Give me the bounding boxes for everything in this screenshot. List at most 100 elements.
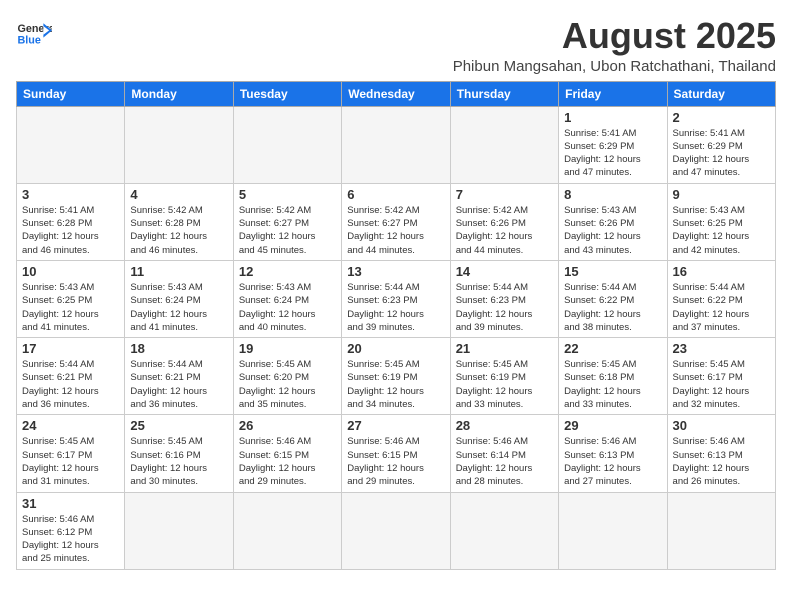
day-info: Sunrise: 5:43 AM Sunset: 6:26 PM Dayligh…: [564, 204, 661, 257]
title-block: August 2025 Phibun Mangsahan, Ubon Ratch…: [453, 16, 776, 75]
day-number: 6: [347, 187, 444, 202]
table-row: 23 Sunrise: 5:45 AM Sunset: 6:17 PM Dayli…: [667, 338, 775, 415]
table-row: [342, 492, 450, 569]
day-info: Sunrise: 5:41 AM Sunset: 6:29 PM Dayligh…: [564, 127, 661, 180]
table-row: [233, 106, 341, 183]
day-number: 29: [564, 418, 661, 433]
day-info: Sunrise: 5:43 AM Sunset: 6:25 PM Dayligh…: [673, 204, 770, 257]
day-number: 12: [239, 264, 336, 279]
table-row: 10Sunrise: 5:43 AM Sunset: 6:25 PM Dayli…: [17, 260, 125, 337]
table-row: 31Sunrise: 5:46 AM Sunset: 6:12 PM Dayli…: [17, 492, 125, 569]
header-friday: Friday: [559, 81, 667, 106]
day-number: 25: [130, 418, 227, 433]
day-number: 16: [673, 264, 770, 279]
table-row: 18 Sunrise: 5:44 AM Sunset: 6:21 PM Dayli…: [125, 338, 233, 415]
table-row: 13 Sunrise: 5:44 AM Sunset: 6:23 PM Dayli…: [342, 260, 450, 337]
day-number: 20: [347, 341, 444, 356]
table-row: 12 Sunrise: 5:43 AM Sunset: 6:24 PM Dayli…: [233, 260, 341, 337]
day-number: 18: [130, 341, 227, 356]
table-row: 15Sunrise: 5:44 AM Sunset: 6:22 PM Dayli…: [559, 260, 667, 337]
table-row: 24Sunrise: 5:45 AM Sunset: 6:17 PM Dayli…: [17, 415, 125, 492]
table-row: 20 Sunrise: 5:45 AM Sunset: 6:19 PM Dayli…: [342, 338, 450, 415]
table-row: [125, 106, 233, 183]
table-row: [233, 492, 341, 569]
day-info: Sunrise: 5:42 AM Sunset: 6:28 PM Dayligh…: [130, 204, 227, 257]
header: General Blue August 2025 Phibun Mangsaha…: [16, 16, 776, 75]
day-info: Sunrise: 5:41 AM Sunset: 6:28 PM Dayligh…: [22, 204, 119, 257]
day-number: 3: [22, 187, 119, 202]
table-row: 16 Sunrise: 5:44 AM Sunset: 6:22 PM Dayli…: [667, 260, 775, 337]
table-row: 2Sunrise: 5:41 AM Sunset: 6:29 PM Daylig…: [667, 106, 775, 183]
table-row: 4 Sunrise: 5:42 AM Sunset: 6:28 PM Daylig…: [125, 183, 233, 260]
day-number: 27: [347, 418, 444, 433]
day-info: Sunrise: 5:43 AM Sunset: 6:24 PM Dayligh…: [239, 281, 336, 334]
day-info: Sunrise: 5:46 AM Sunset: 6:13 PM Dayligh…: [564, 435, 661, 488]
table-row: 5 Sunrise: 5:42 AM Sunset: 6:27 PM Daylig…: [233, 183, 341, 260]
day-info: Sunrise: 5:46 AM Sunset: 6:14 PM Dayligh…: [456, 435, 553, 488]
day-info: Sunrise: 5:44 AM Sunset: 6:21 PM Dayligh…: [22, 358, 119, 411]
table-row: 21Sunrise: 5:45 AM Sunset: 6:19 PM Dayli…: [450, 338, 558, 415]
table-row: [342, 106, 450, 183]
day-info: Sunrise: 5:43 AM Sunset: 6:25 PM Dayligh…: [22, 281, 119, 334]
day-number: 23: [673, 341, 770, 356]
day-info: Sunrise: 5:46 AM Sunset: 6:15 PM Dayligh…: [239, 435, 336, 488]
day-info: Sunrise: 5:45 AM Sunset: 6:20 PM Dayligh…: [239, 358, 336, 411]
table-row: 11Sunrise: 5:43 AM Sunset: 6:24 PM Dayli…: [125, 260, 233, 337]
table-row: 14 Sunrise: 5:44 AM Sunset: 6:23 PM Dayli…: [450, 260, 558, 337]
table-row: 7 Sunrise: 5:42 AM Sunset: 6:26 PM Daylig…: [450, 183, 558, 260]
day-info: Sunrise: 5:44 AM Sunset: 6:23 PM Dayligh…: [456, 281, 553, 334]
day-number: 9: [673, 187, 770, 202]
table-row: 9 Sunrise: 5:43 AM Sunset: 6:25 PM Daylig…: [667, 183, 775, 260]
day-number: 24: [22, 418, 119, 433]
day-info: Sunrise: 5:44 AM Sunset: 6:23 PM Dayligh…: [347, 281, 444, 334]
day-number: 8: [564, 187, 661, 202]
day-number: 14: [456, 264, 553, 279]
header-thursday: Thursday: [450, 81, 558, 106]
day-info: Sunrise: 5:42 AM Sunset: 6:27 PM Dayligh…: [239, 204, 336, 257]
day-info: Sunrise: 5:42 AM Sunset: 6:26 PM Dayligh…: [456, 204, 553, 257]
day-number: 30: [673, 418, 770, 433]
day-info: Sunrise: 5:45 AM Sunset: 6:18 PM Dayligh…: [564, 358, 661, 411]
day-number: 4: [130, 187, 227, 202]
weekday-header-row: Sunday Monday Tuesday Wednesday Thursday…: [17, 81, 776, 106]
day-info: Sunrise: 5:44 AM Sunset: 6:21 PM Dayligh…: [130, 358, 227, 411]
table-row: 8 Sunrise: 5:43 AM Sunset: 6:26 PM Daylig…: [559, 183, 667, 260]
day-number: 13: [347, 264, 444, 279]
table-row: 30Sunrise: 5:46 AM Sunset: 6:13 PM Dayli…: [667, 415, 775, 492]
logo-icon: General Blue: [16, 16, 52, 52]
day-info: Sunrise: 5:43 AM Sunset: 6:24 PM Dayligh…: [130, 281, 227, 334]
day-info: Sunrise: 5:45 AM Sunset: 6:19 PM Dayligh…: [347, 358, 444, 411]
day-number: 5: [239, 187, 336, 202]
logo: General Blue: [16, 16, 52, 52]
location: Phibun Mangsahan, Ubon Ratchathani, Thai…: [453, 58, 776, 75]
day-info: Sunrise: 5:44 AM Sunset: 6:22 PM Dayligh…: [673, 281, 770, 334]
header-sunday: Sunday: [17, 81, 125, 106]
day-info: Sunrise: 5:41 AM Sunset: 6:29 PM Dayligh…: [673, 127, 770, 180]
day-info: Sunrise: 5:42 AM Sunset: 6:27 PM Dayligh…: [347, 204, 444, 257]
svg-text:Blue: Blue: [17, 34, 40, 46]
table-row: [559, 492, 667, 569]
month-year: August 2025: [453, 16, 776, 56]
table-row: 6 Sunrise: 5:42 AM Sunset: 6:27 PM Daylig…: [342, 183, 450, 260]
table-row: 19 Sunrise: 5:45 AM Sunset: 6:20 PM Dayli…: [233, 338, 341, 415]
table-row: [450, 492, 558, 569]
page: General Blue August 2025 Phibun Mangsaha…: [0, 0, 792, 578]
header-tuesday: Tuesday: [233, 81, 341, 106]
day-number: 7: [456, 187, 553, 202]
day-info: Sunrise: 5:45 AM Sunset: 6:17 PM Dayligh…: [673, 358, 770, 411]
table-row: [125, 492, 233, 569]
day-info: Sunrise: 5:45 AM Sunset: 6:16 PM Dayligh…: [130, 435, 227, 488]
day-number: 19: [239, 341, 336, 356]
day-number: 22: [564, 341, 661, 356]
header-monday: Monday: [125, 81, 233, 106]
day-number: 17: [22, 341, 119, 356]
table-row: 1 Sunrise: 5:41 AM Sunset: 6:29 PM Daylig…: [559, 106, 667, 183]
day-number: 1: [564, 110, 661, 125]
table-row: 28Sunrise: 5:46 AM Sunset: 6:14 PM Dayli…: [450, 415, 558, 492]
table-row: 22 Sunrise: 5:45 AM Sunset: 6:18 PM Dayli…: [559, 338, 667, 415]
table-row: 29 Sunrise: 5:46 AM Sunset: 6:13 PM Dayli…: [559, 415, 667, 492]
table-row: 17 Sunrise: 5:44 AM Sunset: 6:21 PM Dayli…: [17, 338, 125, 415]
table-row: 3 Sunrise: 5:41 AM Sunset: 6:28 PM Daylig…: [17, 183, 125, 260]
day-number: 21: [456, 341, 553, 356]
table-row: [17, 106, 125, 183]
